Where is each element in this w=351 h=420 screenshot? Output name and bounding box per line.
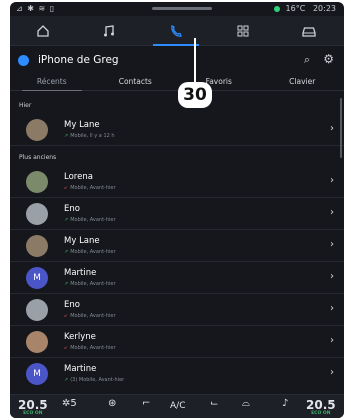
ac-button[interactable]: A/C	[170, 401, 185, 411]
passenger-seat-button[interactable]: ♪	[282, 398, 288, 409]
seat-heating-button[interactable]: ⌐	[142, 398, 150, 409]
tab-clavier[interactable]: Clavier	[261, 75, 345, 90]
scrollbar[interactable]	[340, 98, 342, 158]
music-icon	[104, 25, 114, 37]
status-right: 16°C 20:23	[273, 4, 336, 13]
callout-label: 30	[178, 82, 212, 108]
list-item[interactable]: Kerlyne ↙ Mobile, Avant-hier ›	[10, 326, 344, 358]
contact-name: Lorena	[64, 172, 93, 182]
passenger-seat-icon: ♪	[282, 398, 289, 409]
phone-header: iPhone de Greg ⌕ ⚙	[10, 47, 344, 75]
tab-recents[interactable]: Récents	[10, 75, 94, 91]
avatar	[26, 235, 48, 257]
outgoing-call-icon: ↗	[64, 217, 69, 223]
outgoing-call-icon: ↗	[64, 249, 69, 255]
phone-icon	[171, 25, 182, 37]
avatar	[26, 331, 48, 353]
top-navigation	[10, 16, 344, 46]
contact-name: Kerlyne	[64, 332, 96, 342]
chevron-right-icon[interactable]: ›	[330, 303, 334, 314]
list-item[interactable]: My Lane ↗ Mobile, Avant-hier ›	[10, 230, 344, 262]
status-bar: ⊿ ✱ ≋ ▯ 16°C 20:23	[10, 2, 344, 16]
call-detail: ↗ (3) Mobile, Avant-hier	[64, 377, 125, 383]
list-item[interactable]: Lorena ↙ Mobile, Avant-hier ›	[10, 166, 344, 198]
home-button[interactable]	[10, 16, 76, 46]
missed-call-icon: ↙	[64, 345, 69, 351]
seat-icon: ⌐	[142, 398, 151, 409]
phone-tabs: Récents Contacts Favoris Clavier	[10, 75, 344, 91]
search-icon[interactable]: ⌕	[304, 53, 310, 67]
outgoing-call-icon: ↗	[64, 281, 69, 287]
page-title: iPhone de Greg	[38, 54, 119, 66]
driver-temperature[interactable]: 20.5 ECO ON	[18, 398, 48, 416]
call-detail: ↗ Mobile, Avant-hier	[64, 281, 116, 287]
phone-button[interactable]	[143, 16, 209, 46]
contact-name: Eno	[64, 204, 80, 214]
list-item[interactable]: Eno ↙ Mobile, Avant-hier ›	[10, 294, 344, 326]
outside-temperature: 16°C	[285, 4, 306, 13]
section-yesterday: Hier	[19, 102, 32, 109]
avatar	[26, 171, 48, 193]
missed-call-icon: ↙	[64, 313, 69, 319]
list-item[interactable]: Eno ↗ Mobile, Avant-hier ›	[10, 198, 344, 230]
multimedia-screen: ⊿ ✱ ≋ ▯ 16°C 20:23 iPhone de Greg ⌕ ⚙ Ré…	[10, 2, 344, 418]
connection-dot-icon	[273, 6, 280, 12]
avatar	[26, 299, 48, 321]
contact-name: My Lane	[64, 120, 100, 130]
windshield-defrost-button[interactable]: ⌓	[242, 398, 250, 409]
chevron-right-icon[interactable]: ›	[330, 271, 334, 282]
contact-name: Martine	[64, 268, 97, 278]
recirculation-button[interactable]: ⊛	[108, 398, 116, 409]
call-detail: ↗ Mobile, Avant-hier	[64, 249, 116, 255]
avatar	[26, 119, 48, 141]
callout-line	[194, 38, 196, 82]
avatar: M	[26, 363, 48, 385]
phone-source-icon	[18, 55, 29, 66]
seat-icon: ⌙	[210, 398, 219, 409]
contact-name: Eno	[64, 300, 80, 310]
list-item[interactable]: M Martine ↗ (3) Mobile, Avant-hier ›	[10, 358, 344, 390]
call-detail: ↙ Mobile, Avant-hier	[64, 313, 116, 319]
outgoing-call-icon: ↗	[64, 377, 69, 383]
clock: 20:23	[312, 4, 336, 13]
chevron-right-icon[interactable]: ›	[330, 367, 334, 378]
music-button[interactable]	[76, 16, 142, 46]
home-icon	[37, 25, 49, 37]
call-detail: ↗ Mobile, Avant-hier	[64, 217, 116, 223]
chevron-right-icon[interactable]: ›	[330, 239, 334, 250]
avatar: M	[26, 267, 48, 289]
chevron-right-icon[interactable]: ›	[330, 335, 334, 346]
recirculation-icon: ⊛	[108, 398, 117, 409]
call-detail: ↙ Mobile, Avant-hier	[64, 185, 116, 191]
contact-name: My Lane	[64, 236, 100, 246]
chevron-right-icon[interactable]: ›	[330, 123, 334, 134]
call-detail: ↙ Mobile, Avant-hier	[64, 345, 116, 351]
drag-handle[interactable]	[152, 7, 212, 10]
chevron-right-icon[interactable]: ›	[330, 207, 334, 218]
list-item[interactable]: M Martine ↗ Mobile, Avant-hier ›	[10, 262, 344, 294]
list-item[interactable]: My Lane ↗ Mobile, Il y a 12 h ›	[10, 114, 344, 146]
apps-icon	[237, 25, 249, 37]
climate-bar: 20.5 ECO ON ✲5 ⊛ ⌐ A/C ⌙ ⌓ ♪ 20.5 ECO ON	[10, 394, 344, 418]
gear-icon[interactable]: ⚙	[323, 52, 334, 66]
call-detail: ↗ Mobile, Il y a 12 h	[64, 133, 115, 139]
chevron-right-icon[interactable]: ›	[330, 175, 334, 186]
defrost-icon: ⌓	[242, 398, 250, 409]
outgoing-call-icon: ↗	[64, 133, 69, 139]
status-icons: ⊿ ✱ ≋ ▯	[16, 4, 56, 13]
avatar	[26, 203, 48, 225]
section-older: Plus anciens	[19, 154, 57, 161]
passenger-temperature[interactable]: 20.5 ECO ON	[306, 398, 336, 416]
seat-heating-right-button[interactable]: ⌙	[210, 398, 218, 409]
vehicle-button[interactable]	[276, 16, 342, 46]
apps-button[interactable]	[210, 16, 276, 46]
fan-speed[interactable]: ✲5	[62, 398, 77, 409]
contact-name: Martine	[64, 364, 97, 374]
car-icon	[302, 27, 316, 37]
tab-contacts[interactable]: Contacts	[94, 75, 178, 90]
missed-call-icon: ↙	[64, 185, 69, 191]
